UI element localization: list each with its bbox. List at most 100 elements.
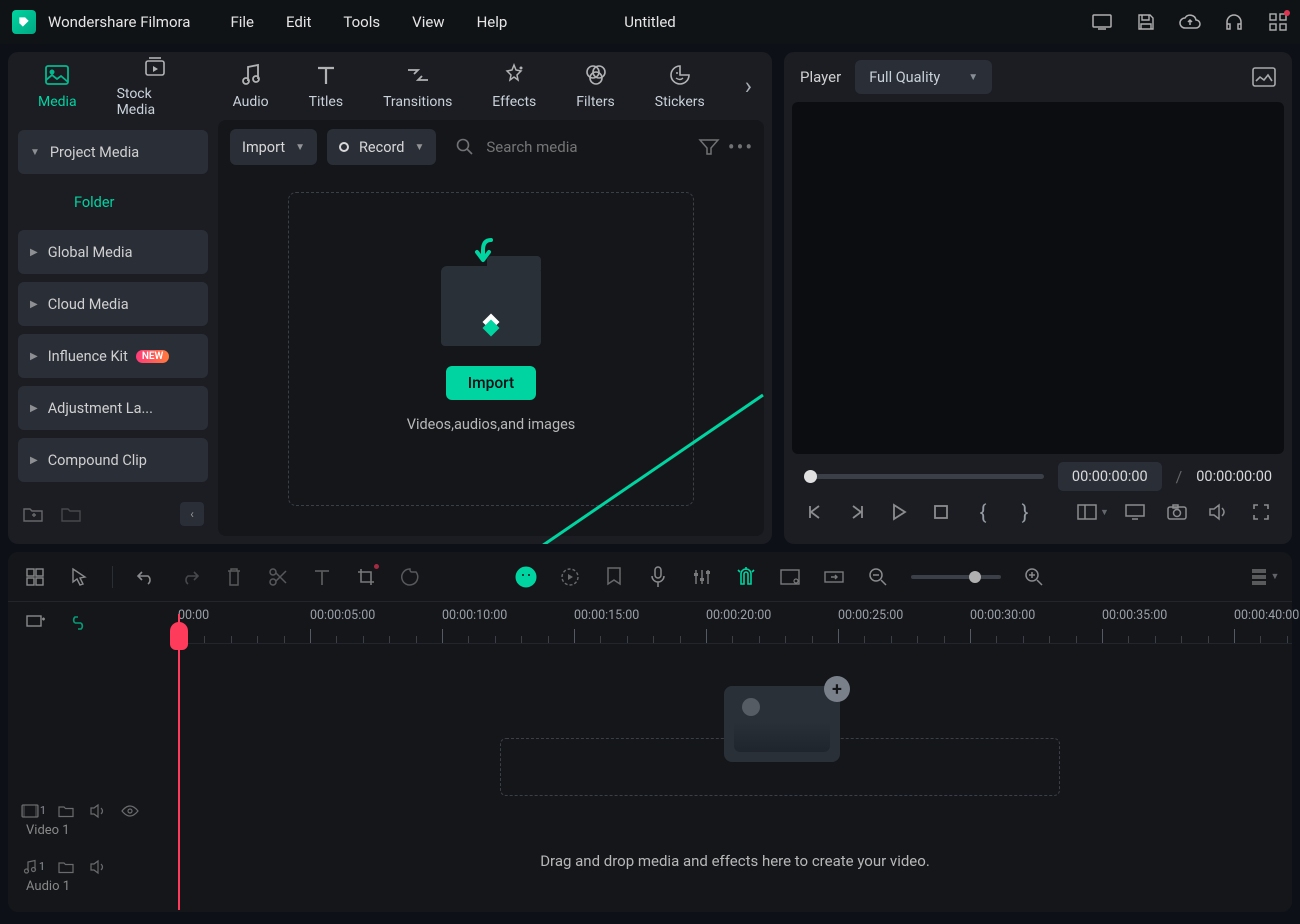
track-head-video1[interactable]: 1 Video 1 (8, 792, 178, 848)
play-icon[interactable] (888, 501, 910, 523)
sidebar-adjustment-layer[interactable]: ▶Adjustment La... (18, 386, 208, 430)
collapse-sidebar-icon[interactable]: ‹ (180, 502, 204, 526)
track-folder-icon[interactable] (58, 859, 74, 875)
crop-icon[interactable] (355, 566, 377, 588)
tab-media[interactable]: Media (38, 62, 77, 110)
menu-help[interactable]: Help (477, 13, 508, 31)
menu-tools[interactable]: Tools (343, 13, 380, 31)
headset-icon[interactable] (1224, 12, 1244, 32)
sidebar-folder[interactable]: Folder (18, 182, 208, 222)
marker-icon[interactable] (603, 566, 625, 588)
quality-dropdown[interactable]: Full Quality▼ (855, 60, 992, 94)
tab-audio[interactable]: Audio (233, 62, 269, 110)
import-button[interactable]: Import (446, 366, 536, 400)
folder-icon[interactable] (60, 503, 82, 525)
speed-icon[interactable] (559, 566, 581, 588)
search-input[interactable] (486, 138, 688, 156)
panels-icon[interactable] (24, 566, 46, 588)
camera-icon[interactable] (1166, 501, 1188, 523)
timeline-panel: ▼ 00:0000:00:05:0000:00:10:0000:00:15:00… (8, 552, 1292, 912)
fullscreen-icon[interactable] (1250, 501, 1272, 523)
ai-icon[interactable] (515, 566, 537, 588)
player-panel: Player Full Quality▼ 00:00:00:00 / 00:00… (784, 52, 1292, 544)
volume-icon[interactable] (1208, 501, 1230, 523)
media-panel: Media Stock Media Audio Titles Transitio… (8, 52, 772, 544)
preview-viewport[interactable] (792, 102, 1284, 454)
sidebar-global-media[interactable]: ▶Global Media (18, 230, 208, 274)
tab-filters[interactable]: Filters (576, 62, 615, 110)
next-frame-icon[interactable] (846, 501, 868, 523)
playback-scrubber[interactable] (804, 474, 1044, 479)
delete-icon[interactable] (223, 566, 245, 588)
search-icon[interactable] (454, 136, 476, 158)
timeline-ruler[interactable]: 00:0000:00:05:0000:00:10:0000:00:15:0000… (178, 602, 1292, 644)
titles-icon (313, 62, 339, 88)
stop-icon[interactable] (930, 501, 952, 523)
track-head-audio1[interactable]: 1 Audio 1 (8, 848, 178, 904)
timeline-tracks[interactable]: + Drag and drop media and effects here t… (178, 644, 1292, 912)
tab-stock-media[interactable]: Stock Media (117, 54, 193, 118)
tab-titles[interactable]: Titles (309, 62, 343, 110)
zoom-out-icon[interactable] (867, 566, 889, 588)
track-mute-icon[interactable] (90, 803, 106, 819)
add-track-icon[interactable] (26, 613, 46, 633)
import-dropzone[interactable]: Import Videos,audios,and images (288, 192, 694, 506)
save-icon[interactable] (1136, 12, 1156, 32)
prev-frame-icon[interactable] (804, 501, 826, 523)
import-dropdown[interactable]: Import▼ (230, 129, 317, 165)
layout-icon[interactable]: ▼ (1082, 501, 1104, 523)
track-mute-icon[interactable] (90, 859, 106, 875)
display-icon[interactable] (1092, 12, 1112, 32)
tab-transitions[interactable]: Transitions (383, 62, 452, 110)
mark-in-icon[interactable]: { (972, 501, 994, 523)
sidebar-cloud-media[interactable]: ▶Cloud Media (18, 282, 208, 326)
audio-icon (238, 62, 264, 88)
cursor-icon[interactable] (68, 566, 90, 588)
more-icon[interactable]: ••• (730, 136, 752, 158)
tabs-more-icon[interactable]: › (745, 72, 752, 100)
redo-icon[interactable] (179, 566, 201, 588)
menu-view[interactable]: View (412, 13, 444, 31)
split-icon[interactable] (267, 566, 289, 588)
mixer-icon[interactable] (691, 566, 713, 588)
track-folder-icon[interactable] (58, 803, 74, 819)
zoom-in-icon[interactable] (1023, 566, 1045, 588)
apps-icon[interactable] (1268, 12, 1288, 32)
sidebar-compound-clip[interactable]: ▶Compound Clip (18, 438, 208, 482)
track-visibility-icon[interactable] (122, 803, 138, 819)
mark-out-icon[interactable]: } (1014, 501, 1036, 523)
menu-file[interactable]: File (230, 13, 254, 31)
stickers-icon (667, 62, 693, 88)
category-tabs: Media Stock Media Audio Titles Transitio… (8, 52, 772, 120)
filter-icon[interactable] (698, 136, 720, 158)
sidebar-influence-kit[interactable]: ▶Influence KitNEW (18, 334, 208, 378)
tab-stickers[interactable]: Stickers (655, 62, 705, 110)
tab-effects[interactable]: Effects (492, 62, 536, 110)
text-icon[interactable] (311, 566, 333, 588)
media-placeholder: + (724, 686, 840, 762)
undo-icon[interactable] (135, 566, 157, 588)
video-track-icon: 1 (26, 803, 42, 819)
magnetic-icon[interactable] (735, 566, 757, 588)
add-media-icon[interactable]: + (824, 676, 850, 702)
fit-icon[interactable] (779, 566, 801, 588)
ripple-icon[interactable] (823, 566, 845, 588)
record-icon (339, 142, 349, 152)
playhead[interactable] (178, 614, 180, 910)
new-folder-icon[interactable] (22, 503, 44, 525)
timeline-hint: Drag and drop media and effects here to … (178, 852, 1292, 870)
zoom-slider[interactable] (911, 575, 1001, 579)
folder-graphic (441, 266, 541, 346)
mic-icon[interactable] (647, 566, 669, 588)
record-dropdown[interactable]: Record▼ (327, 129, 436, 165)
monitor-icon[interactable] (1124, 501, 1146, 523)
track-height-icon[interactable]: ▼ (1254, 566, 1276, 588)
color-icon[interactable] (399, 566, 421, 588)
media-browser: Import▼ Record▼ ••• Import Videos,a (218, 120, 764, 536)
link-icon[interactable] (68, 613, 88, 633)
sidebar-project-media[interactable]: ▼Project Media (18, 130, 208, 174)
cloud-icon[interactable] (1180, 12, 1200, 32)
menu-edit[interactable]: Edit (286, 13, 311, 31)
menu-bar: File Edit Tools View Help (230, 13, 507, 31)
snapshot-icon[interactable] (1252, 67, 1276, 87)
